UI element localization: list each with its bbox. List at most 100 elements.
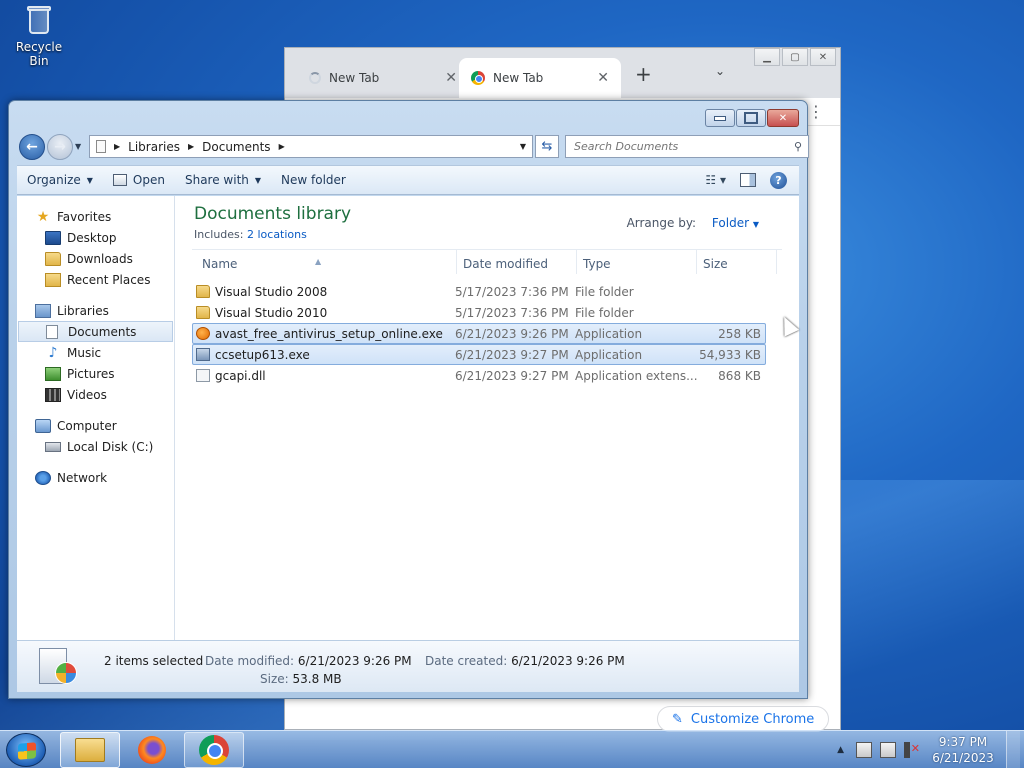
arrange-label: Arrange by:: [626, 216, 697, 230]
recent-places-icon: [45, 272, 61, 287]
taskbar-explorer-button[interactable]: [60, 732, 120, 768]
folder-icon: [196, 306, 210, 319]
downloads-folder-icon: [45, 251, 61, 266]
recycle-bin-desktop-icon[interactable]: Recycle Bin: [6, 4, 72, 68]
refresh-button[interactable]: ⇆: [535, 135, 559, 158]
preview-pane-icon[interactable]: [740, 173, 756, 187]
sidebar-item-videos[interactable]: Videos: [17, 384, 174, 405]
library-includes: Includes: 2 locations: [194, 228, 307, 241]
taskbar: ▲ ✕ 9:37 PM 6/21/2023: [0, 730, 1024, 768]
sidebar-item-recent-places[interactable]: Recent Places: [17, 269, 174, 290]
breadcrumb-documents[interactable]: Documents: [202, 140, 270, 154]
volume-muted-icon[interactable]: ✕: [904, 742, 920, 758]
sidebar-item-pictures[interactable]: Pictures: [17, 363, 174, 384]
close-button[interactable]: ✕: [810, 48, 836, 66]
forward-button[interactable]: →: [47, 134, 73, 160]
file-row[interactable]: avast_free_antivirus_setup_online.exe 6/2…: [192, 323, 766, 344]
library-title: Documents library: [194, 204, 352, 224]
search-input[interactable]: [574, 140, 774, 153]
column-header-name[interactable]: Name: [202, 257, 237, 271]
clock[interactable]: 9:37 PM 6/21/2023: [928, 734, 998, 766]
avast-icon: [196, 327, 210, 340]
customize-chrome-button[interactable]: ✎ Customize Chrome: [657, 706, 830, 732]
close-button[interactable]: ✕: [767, 109, 799, 127]
chrome-tab-1[interactable]: New Tab ✕: [297, 58, 469, 98]
network-status-icon[interactable]: [880, 742, 896, 758]
sidebar-item-label: Libraries: [57, 303, 109, 318]
tab-close-icon[interactable]: ✕: [597, 70, 609, 86]
date-modified-value: 6/21/2023 9:26 PM: [297, 654, 412, 668]
start-button[interactable]: [6, 733, 46, 767]
column-header-date[interactable]: Date modified: [463, 257, 548, 271]
sidebar-item-desktop[interactable]: Desktop: [17, 227, 174, 248]
arrange-dropdown[interactable]: Folder: [712, 216, 749, 230]
tab-close-icon[interactable]: ✕: [445, 70, 457, 86]
menu-kebab-icon[interactable]: ⋮: [808, 102, 824, 121]
breadcrumb-separator-icon[interactable]: ▶: [279, 142, 285, 151]
column-header-size[interactable]: Size: [703, 257, 728, 271]
file-size: 868 KB: [718, 369, 761, 383]
maximize-button[interactable]: ▢: [782, 48, 808, 66]
sidebar-item-local-disk[interactable]: Local Disk (C:): [17, 436, 174, 457]
breadcrumb-libraries[interactable]: Libraries: [128, 140, 180, 154]
file-row[interactable]: ccsetup613.exe 6/21/2023 9:27 PM Applicati…: [192, 344, 766, 365]
file-name: gcapi.dll: [215, 369, 266, 383]
maximize-button[interactable]: [736, 109, 766, 127]
file-row[interactable]: gcapi.dll 6/21/2023 9:27 PM Application ex…: [192, 365, 766, 386]
address-dropdown-icon[interactable]: ▼: [514, 142, 532, 151]
tab-title: New Tab: [329, 71, 380, 85]
file-row[interactable]: Visual Studio 2008 5/17/2023 7:36 PM File …: [192, 281, 766, 302]
file-date-modified: 5/17/2023 7:36 PM: [455, 306, 569, 320]
file-date-modified: 6/21/2023 9:27 PM: [455, 348, 569, 362]
taskbar-chrome-button[interactable]: [184, 732, 244, 768]
date-modified-field: Date modified: 6/21/2023 9:26 PM: [205, 654, 412, 668]
address-bar[interactable]: ▶ Libraries ▶ Documents ▶ ▼: [89, 135, 533, 158]
sidebar-item-network[interactable]: Network: [17, 467, 174, 488]
new-tab-plus-icon[interactable]: +: [635, 62, 652, 86]
show-hidden-icons-icon[interactable]: ▲: [837, 745, 844, 755]
sidebar-item-libraries[interactable]: Libraries: [17, 300, 174, 321]
chevron-down-icon[interactable]: ▼: [753, 220, 759, 229]
locations-link[interactable]: 2 locations: [247, 228, 307, 241]
file-name: Visual Studio 2010: [215, 306, 328, 320]
navigation-pane: ★ Favorites Desktop Downloads Recent Pla…: [17, 196, 175, 640]
change-view-icon[interactable]: ☷ ▾: [705, 173, 726, 187]
breadcrumb-separator-icon[interactable]: ▶: [188, 142, 194, 151]
tab-search-chevron-icon[interactable]: ⌄: [715, 64, 725, 78]
show-desktop-button[interactable]: [1006, 731, 1020, 768]
navigation-bar: ← → ▼ ▶ Libraries ▶ Documents ▶ ▼ ⇆ ⚲: [17, 133, 809, 161]
action-center-flag-icon[interactable]: [856, 742, 872, 758]
chrome-tab-2[interactable]: New Tab ✕: [459, 58, 621, 98]
sidebar-item-downloads[interactable]: Downloads: [17, 248, 174, 269]
sidebar-item-computer[interactable]: Computer: [17, 415, 174, 436]
file-name: avast_free_antivirus_setup_online.exe: [215, 327, 443, 341]
sidebar-item-documents[interactable]: Documents: [18, 321, 173, 342]
recent-pages-dropdown-icon[interactable]: ▼: [75, 142, 81, 151]
sidebar-item-label: Recent Places: [67, 272, 151, 287]
loading-spinner-icon: [309, 72, 321, 84]
open-button[interactable]: Open: [103, 168, 175, 192]
sidebar-item-label: Desktop: [67, 230, 117, 245]
breadcrumb-separator-icon[interactable]: ▶: [114, 142, 120, 151]
search-box[interactable]: ⚲: [565, 135, 809, 158]
folder-icon: [75, 738, 105, 762]
clock-time: 9:37 PM: [938, 735, 988, 749]
file-type: File folder: [575, 306, 634, 320]
minimize-button[interactable]: ▁: [754, 48, 780, 66]
setup-icon: [196, 348, 210, 361]
column-header-type[interactable]: Type: [583, 257, 611, 271]
sidebar-item-favorites[interactable]: ★ Favorites: [17, 206, 174, 227]
search-icon: ⚲: [793, 140, 802, 153]
file-row[interactable]: Visual Studio 2010 5/17/2023 7:36 PM File …: [192, 302, 766, 323]
share-with-button[interactable]: Share with ▼: [175, 168, 271, 192]
organize-button[interactable]: Organize ▼: [17, 168, 103, 192]
new-folder-button[interactable]: New folder: [271, 168, 356, 192]
taskbar-firefox-button[interactable]: [122, 732, 182, 768]
minimize-button[interactable]: [705, 109, 735, 127]
library-address-icon: [96, 140, 106, 153]
date-created-value: 6/21/2023 9:26 PM: [511, 654, 625, 668]
sidebar-item-music[interactable]: ♪ Music: [17, 342, 174, 363]
help-icon[interactable]: ?: [770, 171, 787, 189]
back-button[interactable]: ←: [19, 134, 45, 160]
chevron-down-icon: ▼: [254, 175, 262, 185]
